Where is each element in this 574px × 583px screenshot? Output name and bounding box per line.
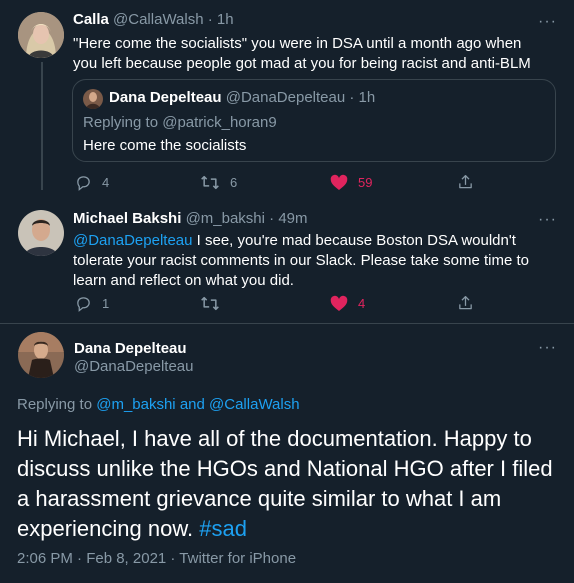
divider (0, 323, 574, 324)
retweet-button[interactable] (200, 295, 230, 312)
replying-user-link-1[interactable]: @m_bakshi (96, 396, 175, 413)
author-handle[interactable]: @CallaWalsh (113, 11, 204, 28)
reply-button[interactable]: 1 (75, 295, 109, 312)
like-count: 4 (358, 296, 366, 311)
like-button[interactable]: 59 (330, 174, 372, 191)
main-tweet-body: Hi Michael, I have all of the documentat… (17, 426, 553, 541)
like-count: 59 (358, 175, 373, 190)
retweet-icon (201, 175, 219, 190)
share-icon (459, 295, 472, 310)
thread-line-1 (41, 62, 43, 190)
reply-count: 4 (102, 175, 110, 190)
retweet-icon (201, 296, 219, 311)
heart-filled-icon (330, 295, 348, 311)
reply-count: 1 (102, 296, 110, 311)
author-name[interactable]: Dana Depelteau (74, 340, 187, 357)
quote-text: Here come the socialists (83, 137, 247, 154)
reply-button[interactable]: 4 (75, 174, 109, 191)
retweet-count: 6 (230, 175, 238, 190)
reply-icon (77, 297, 90, 312)
more-options-icon[interactable]: ··· (538, 340, 557, 356)
quote-author-handle: @DanaDepelteau (225, 89, 346, 106)
quote-time: · 1h (349, 89, 376, 106)
avatar-michael-image (18, 210, 64, 256)
avatar-michael[interactable] (18, 210, 64, 256)
replying-to: Replying to @m_bakshi and @CallaWalsh (17, 396, 300, 413)
tweet-time[interactable]: · 1h (208, 11, 234, 28)
heart-filled-icon (330, 174, 348, 190)
retweet-button[interactable]: 6 (200, 174, 237, 191)
avatar-calla-image (18, 12, 64, 58)
tweet-text: "Here come the socialists" you were in D… (73, 35, 531, 72)
tweet-text: @DanaDepelteau I see, you're mad because… (73, 231, 549, 291)
avatar-dana-image (18, 332, 64, 378)
avatar-dana[interactable] (18, 332, 64, 378)
tweet-time[interactable]: · 49m (269, 210, 307, 227)
avatar-dana-small (83, 89, 103, 109)
quoted-tweet[interactable]: Dana Depelteau @DanaDepelteau · 1h Reply… (72, 79, 556, 162)
replying-user-link-2[interactable]: @CallaWalsh (209, 396, 300, 413)
author-name[interactable]: Michael Bakshi (73, 210, 181, 227)
replying-prefix: Replying to (17, 396, 97, 413)
more-options-icon[interactable]: ··· (538, 212, 557, 228)
hashtag-link[interactable]: #sad (199, 516, 247, 541)
mention-link[interactable]: @DanaDepelteau (73, 232, 192, 249)
reply-icon (77, 176, 90, 191)
author-handle[interactable]: @m_bakshi (186, 210, 265, 227)
more-options-icon[interactable]: ··· (538, 14, 557, 30)
share-button[interactable] (457, 294, 474, 312)
avatar-calla[interactable] (18, 12, 64, 58)
share-button[interactable] (457, 173, 474, 191)
author-handle[interactable]: @DanaDepelteau (74, 358, 193, 375)
quote-replying-to: Replying to @patrick_horan9 (83, 114, 277, 131)
tweet-meta[interactable]: 2:06 PM · Feb 8, 2021 · Twitter for iPho… (17, 550, 296, 567)
like-button[interactable]: 4 (330, 295, 365, 312)
share-icon (459, 174, 472, 189)
author-name[interactable]: Calla (73, 11, 109, 28)
quote-author-name: Dana Depelteau (109, 89, 222, 106)
replying-and: and (175, 396, 210, 413)
main-tweet-text: Hi Michael, I have all of the documentat… (17, 424, 562, 544)
